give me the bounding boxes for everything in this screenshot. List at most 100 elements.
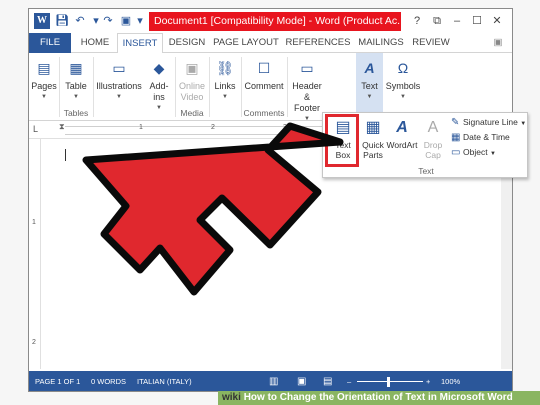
omega-icon: Ω — [397, 60, 409, 76]
word-window: W 💾︎ ↶ ▾ ↷ ▣ ▾ Document1 [Compatibility … — [28, 8, 513, 392]
tab-home[interactable]: HOME — [75, 33, 115, 53]
group-label-tables: Tables — [63, 108, 89, 118]
chevron-down-icon: ▼ — [222, 94, 228, 100]
ribbon-insert: ▤ Pages ▼ ▦ Table ▼ Tables ▭ Illustratio… — [29, 53, 512, 122]
ruler-strip — [65, 126, 355, 135]
print-preview-icon[interactable]: ▣ — [119, 14, 133, 28]
tab-design[interactable]: DESIGN — [167, 33, 207, 53]
symbols-button[interactable]: Ω Symbols ▼ — [385, 53, 421, 103]
header-footer-label-2: Footer — [293, 103, 320, 113]
signature-line-button[interactable]: ✎ Signature Line ▼ — [451, 116, 526, 129]
comment-icon: ☐ — [257, 60, 271, 76]
addins-icon: ◆ — [153, 60, 165, 76]
print-layout-icon[interactable]: ▣ — [297, 371, 306, 391]
indent-marker-icon[interactable]: ⧗ — [59, 122, 65, 132]
calendar-icon: ▦ — [451, 132, 461, 143]
comment-label: Comment — [244, 81, 284, 91]
tab-references[interactable]: REFERENCES — [285, 33, 351, 53]
group-label-comments: Comments — [243, 108, 285, 118]
tab-insert[interactable]: INSERT — [117, 33, 163, 54]
symbols-label: Symbols — [385, 81, 421, 91]
ribbon-display-button[interactable]: ⧉ — [428, 13, 446, 29]
word-count[interactable]: 0 WORDS — [91, 371, 126, 391]
customize-toolbar-icon[interactable]: ▾ — [133, 14, 147, 28]
quick-parts-button[interactable]: ▦ Quick Parts — [361, 115, 385, 160]
online-video-label-2: Video — [180, 92, 204, 102]
tab-review[interactable]: REVIEW — [411, 33, 451, 53]
chevron-down-icon: ▼ — [489, 151, 496, 157]
zoom-thumb[interactable] — [387, 377, 390, 387]
link-icon: ⛓ — [216, 60, 234, 76]
chevron-down-icon: ▼ — [400, 94, 406, 100]
document-canvas[interactable] — [43, 141, 333, 367]
chevron-down-icon: ▼ — [520, 121, 527, 127]
web-layout-icon[interactable]: ▤ — [323, 371, 332, 391]
tab-page-layout[interactable]: PAGE LAYOUT — [211, 33, 281, 53]
language[interactable]: ITALIAN (ITALY) — [137, 371, 192, 391]
links-label: Links — [214, 81, 236, 91]
online-video-button[interactable]: ▣ Online Video — [177, 53, 207, 103]
pages-label: Pages — [31, 81, 57, 91]
group-label-media: Media — [180, 108, 204, 118]
ruler-number: 1 — [32, 219, 36, 226]
quick-parts-label-1: Quick — [362, 140, 384, 150]
ruler-number: 2 — [211, 124, 215, 131]
illustrations-button[interactable]: ▭ Illustrations ▼ — [95, 53, 143, 103]
page-count[interactable]: PAGE 1 OF 1 — [35, 371, 80, 391]
collapse-ribbon-icon[interactable]: ▣ — [491, 33, 505, 53]
signature-icon: ✎ — [451, 117, 460, 128]
drop-cap-icon: A — [427, 119, 439, 136]
drop-cap-label-2: Cap — [425, 150, 441, 160]
header-footer-button[interactable]: ▭ Header & Footer ▼ — [289, 53, 325, 125]
ruler-number: 1 — [139, 124, 143, 131]
comment-button[interactable]: ☐ Comment — [243, 53, 285, 92]
pages-button[interactable]: ▤ Pages ▼ — [31, 53, 57, 103]
object-button[interactable]: ▭ Object ▼ — [451, 146, 496, 159]
undo-icon[interactable]: ↶ — [73, 14, 87, 28]
wiki-logo: wiki — [222, 392, 241, 403]
tab-mailings[interactable]: MAILINGS — [355, 33, 407, 53]
zoom-level[interactable]: 100% — [441, 371, 460, 391]
maximize-button[interactable]: ☐ — [468, 13, 486, 29]
divider — [93, 57, 94, 117]
word-logo-icon: W — [34, 13, 50, 29]
wordart-label: WordArt — [386, 140, 418, 150]
divider — [209, 57, 210, 117]
object-icon: ▭ — [451, 147, 461, 158]
window-title: Document1 [Compatibility Mode] - Word (P… — [149, 12, 401, 31]
header-footer-label-1: Header & — [292, 81, 322, 102]
zoom-slider[interactable] — [357, 381, 423, 382]
text-cursor — [65, 149, 66, 161]
date-time-button[interactable]: ▦ Date & Time — [451, 131, 510, 144]
drop-cap-label-1: Drop — [423, 140, 443, 150]
text-label: Text — [361, 81, 378, 91]
quick-parts-icon: ▦ — [365, 119, 381, 136]
links-button[interactable]: ⛓ Links ▼ — [211, 53, 239, 103]
close-button[interactable]: ✕ — [488, 13, 506, 29]
object-label: Object — [463, 147, 488, 157]
redo-icon[interactable]: ↷ — [101, 14, 115, 28]
header-icon: ▭ — [300, 60, 314, 76]
chevron-down-icon: ▼ — [116, 94, 122, 100]
illustrations-icon: ▭ — [112, 60, 126, 76]
caption-bar: wiki How to Change the Orientation of Te… — [218, 391, 540, 405]
chevron-down-icon: ▼ — [366, 94, 373, 100]
text-button[interactable]: A Text ▼ — [356, 53, 383, 103]
tab-file[interactable]: FILE — [29, 33, 71, 53]
zoom-in-icon[interactable]: + — [426, 371, 430, 391]
caption-text: How to Change the Orientation of Text in… — [243, 392, 513, 403]
addins-button[interactable]: ◆ Add-ins ▼ — [145, 53, 173, 114]
title-bar: W 💾︎ ↶ ▾ ↷ ▣ ▾ Document1 [Compatibility … — [29, 9, 512, 33]
addins-label: Add-ins — [149, 81, 169, 102]
help-button[interactable]: ? — [408, 13, 426, 29]
minimize-button[interactable]: – — [448, 13, 466, 29]
read-mode-icon[interactable]: ▥ — [269, 371, 278, 391]
wordart-button[interactable]: A WordArt — [385, 115, 419, 150]
drop-cap-button[interactable]: A Drop Cap — [420, 115, 446, 160]
quick-parts-label-2: Parts — [363, 150, 383, 160]
tab-selector-icon[interactable]: L — [33, 124, 38, 134]
zoom-out-icon[interactable]: – — [347, 371, 351, 391]
save-icon[interactable]: 💾︎ — [55, 14, 69, 28]
table-button[interactable]: ▦ Table ▼ — [61, 53, 91, 103]
ribbon-tabs: FILE HOME INSERT DESIGN PAGE LAYOUT REFE… — [29, 33, 512, 54]
